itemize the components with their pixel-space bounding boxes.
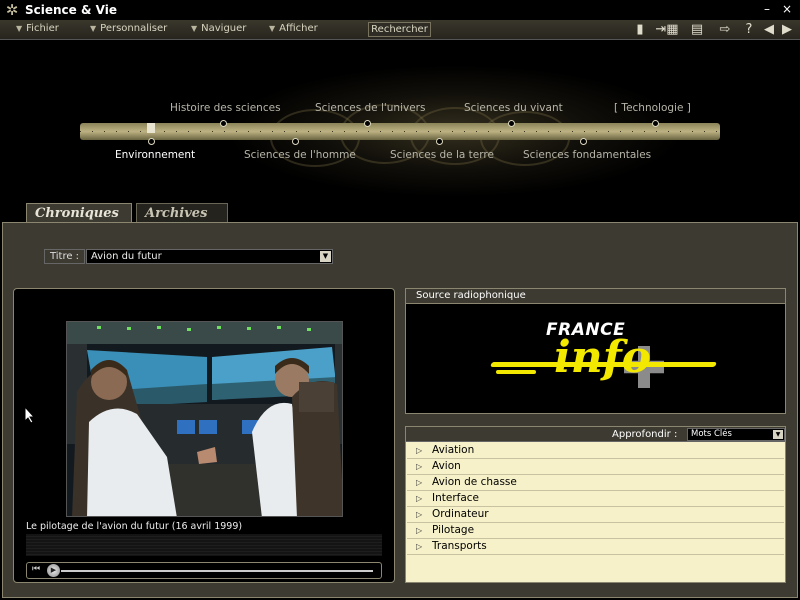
nav-link-histoire[interactable]: Histoire des sciences bbox=[170, 102, 281, 114]
chevron-down-icon[interactable]: ▼ bbox=[320, 251, 331, 262]
titre-select[interactable]: Avion du futur ▼ bbox=[86, 249, 333, 264]
play-icon[interactable]: ▶ bbox=[47, 564, 60, 577]
nav-link-terre[interactable]: Sciences de la terre bbox=[390, 149, 494, 161]
keyword-row[interactable]: ▷ Ordinateur bbox=[407, 507, 784, 523]
titre-label: Titre : bbox=[44, 249, 85, 264]
minimize-icon[interactable]: – bbox=[760, 2, 774, 16]
nav-node[interactable] bbox=[148, 138, 155, 145]
triangle-right-icon: ▷ bbox=[416, 526, 423, 535]
logo-info-text: info bbox=[554, 332, 651, 383]
mouse-cursor-icon bbox=[24, 406, 36, 424]
mots-cles-value: Mots Clés bbox=[691, 429, 732, 439]
keyword-label: Avion de chasse bbox=[432, 476, 517, 488]
nav-node[interactable] bbox=[364, 120, 371, 127]
keyword-row[interactable]: ▷ Avion bbox=[407, 459, 784, 475]
nav-node[interactable] bbox=[652, 120, 659, 127]
triangle-right-icon: ▷ bbox=[416, 494, 423, 503]
keyword-row[interactable]: ▷ Aviation bbox=[407, 443, 784, 459]
app-title: Science & Vie bbox=[25, 3, 117, 17]
nav-node[interactable] bbox=[292, 138, 299, 145]
tab-archives[interactable]: Archives bbox=[136, 203, 228, 223]
approfondir-header: Approfondir : Mots Clés ▼ bbox=[406, 427, 785, 442]
keyword-label: Ordinateur bbox=[432, 508, 489, 520]
video-frame[interactable] bbox=[66, 321, 343, 517]
caption-strip bbox=[26, 534, 382, 556]
keyword-label: Avion bbox=[432, 460, 461, 472]
triangle-right-icon: ▷ bbox=[416, 542, 423, 551]
menu-fichier[interactable]: ▼ Fichier bbox=[16, 23, 59, 34]
chevron-down-icon[interactable]: ▼ bbox=[773, 430, 783, 439]
export-icon[interactable]: ⇨ bbox=[716, 21, 734, 39]
keyword-row[interactable]: ▷ Avion de chasse bbox=[407, 475, 784, 491]
menu-bar: ▼ Fichier ▼ Personnaliser ▼ Naviguer ▼ A… bbox=[0, 20, 800, 40]
menu-afficher[interactable]: ▼ Afficher bbox=[269, 23, 318, 34]
chevron-down-icon: ▼ bbox=[191, 24, 198, 33]
titre-select-value: Avion du futur bbox=[91, 251, 162, 262]
print-icon[interactable]: ▤ bbox=[688, 21, 706, 39]
forward-page-icon[interactable]: ⇥▦ bbox=[654, 21, 680, 39]
nav-slider-handle[interactable] bbox=[147, 123, 155, 133]
triangle-right-icon: ▷ bbox=[416, 478, 423, 487]
nav-link-technologie[interactable]: [ Technologie ] bbox=[614, 102, 691, 114]
logo-swoosh bbox=[496, 370, 536, 374]
title-bar: ✲ Science & Vie – × bbox=[0, 0, 800, 20]
app-gear-icon[interactable]: ✲ bbox=[4, 2, 20, 18]
nav-node[interactable] bbox=[508, 120, 515, 127]
source-header: Source radiophonique bbox=[405, 288, 786, 303]
bookmark-icon[interactable]: ▮ bbox=[631, 21, 649, 39]
triangle-right-icon: ▷ bbox=[416, 446, 423, 455]
help-icon[interactable]: ? bbox=[740, 21, 758, 39]
menu-label: Naviguer bbox=[201, 23, 247, 34]
source-logo-panel: FRANCE info bbox=[405, 303, 786, 414]
menu-personnaliser[interactable]: ▼ Personnaliser bbox=[90, 23, 167, 34]
progress-track[interactable] bbox=[61, 570, 373, 572]
menu-naviguer[interactable]: ▼ Naviguer bbox=[191, 23, 246, 34]
nav-link-environnement[interactable]: Environnement bbox=[115, 149, 195, 161]
approfondir-panel: Approfondir : Mots Clés ▼ ▷ Aviation ▷ A… bbox=[405, 426, 786, 583]
nav-node[interactable] bbox=[580, 138, 587, 145]
forward-arrow-icon[interactable]: ▶ bbox=[778, 21, 796, 39]
nav-link-fondamentales[interactable]: Sciences fondamentales bbox=[523, 149, 651, 161]
tab-chroniques[interactable]: Chroniques bbox=[26, 203, 132, 223]
approfondir-label: Approfondir : bbox=[612, 429, 678, 440]
back-arrow-icon[interactable]: ◀ bbox=[760, 21, 778, 39]
rewind-icon[interactable]: ⏮ bbox=[32, 564, 40, 574]
search-button[interactable]: Rechercher bbox=[368, 22, 431, 37]
keyword-label: Pilotage bbox=[432, 524, 475, 536]
keyword-label: Interface bbox=[432, 492, 480, 504]
video-player-controls: ⏮ ▶ bbox=[26, 562, 382, 579]
mots-cles-select[interactable]: Mots Clés ▼ bbox=[687, 428, 785, 441]
keyword-row[interactable]: ▷ Interface bbox=[407, 491, 784, 507]
keyword-row[interactable]: ▷ Pilotage bbox=[407, 523, 784, 539]
nav-link-vivant[interactable]: Sciences du vivant bbox=[464, 102, 563, 114]
nav-link-homme[interactable]: Sciences de l'homme bbox=[244, 149, 356, 161]
chevron-down-icon: ▼ bbox=[269, 24, 276, 33]
topic-navigator: Histoire des sciences Sciences de l'univ… bbox=[0, 41, 800, 201]
menu-label: Fichier bbox=[26, 23, 59, 34]
chevron-down-icon: ▼ bbox=[16, 24, 23, 33]
nav-node[interactable] bbox=[436, 138, 443, 145]
close-icon[interactable]: × bbox=[780, 2, 794, 16]
keyword-row[interactable]: ▷ Transports bbox=[407, 539, 784, 555]
chevron-down-icon: ▼ bbox=[90, 24, 97, 33]
menu-label: Personnaliser bbox=[100, 23, 168, 34]
keyword-label: Transports bbox=[432, 540, 487, 552]
nav-link-univers[interactable]: Sciences de l'univers bbox=[315, 102, 425, 114]
video-caption: Le pilotage de l'avion du futur (16 avri… bbox=[26, 521, 243, 532]
triangle-right-icon: ▷ bbox=[416, 510, 423, 519]
menu-label: Afficher bbox=[279, 23, 318, 34]
triangle-right-icon: ▷ bbox=[416, 462, 423, 471]
nav-slider-bar[interactable] bbox=[80, 123, 720, 140]
nav-node[interactable] bbox=[220, 120, 227, 127]
keyword-label: Aviation bbox=[432, 444, 475, 456]
cockpit-video-image bbox=[67, 322, 342, 516]
